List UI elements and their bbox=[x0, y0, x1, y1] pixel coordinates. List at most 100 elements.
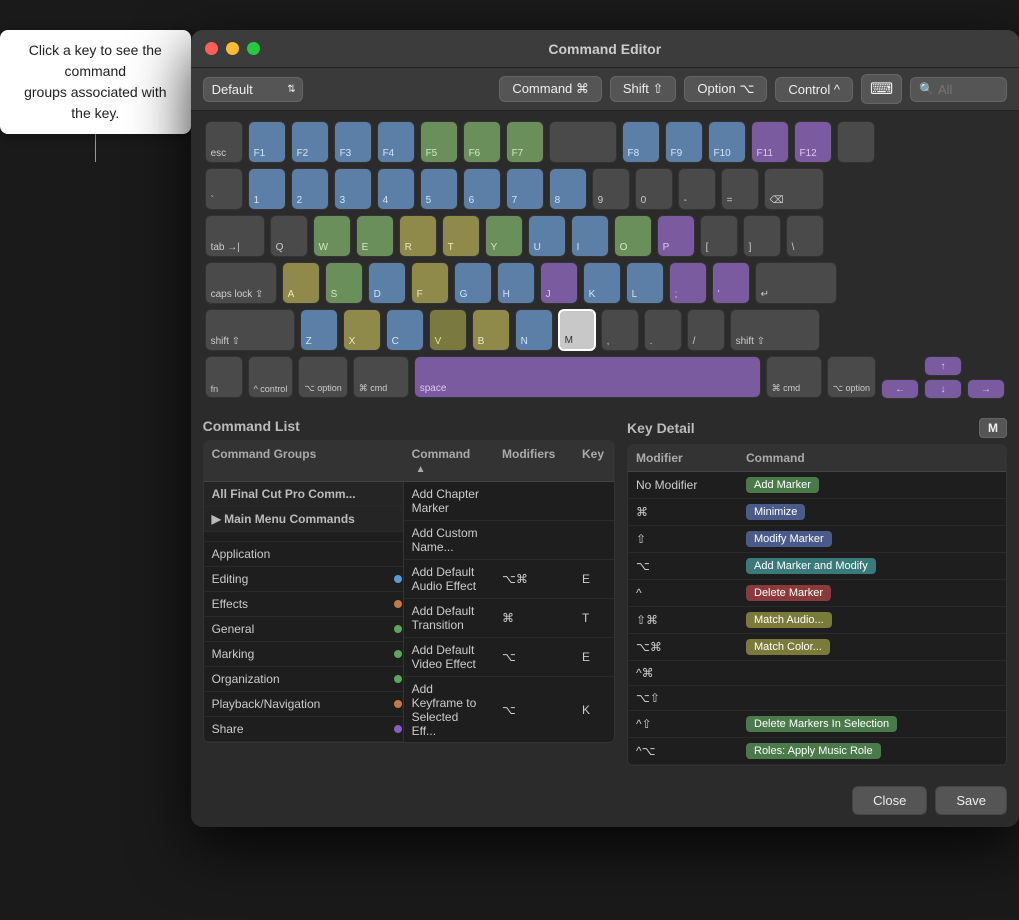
list-item-general[interactable]: General bbox=[204, 617, 403, 642]
key-j[interactable]: J bbox=[540, 262, 578, 304]
key-left-cmd[interactable]: ⌘ cmd bbox=[353, 356, 409, 398]
list-item-application[interactable]: Application bbox=[204, 542, 403, 567]
list-item-marking[interactable]: Marking bbox=[204, 642, 403, 667]
key-minus[interactable]: - bbox=[678, 168, 716, 210]
list-item-editing[interactable]: Editing bbox=[204, 567, 403, 592]
key-h[interactable]: H bbox=[497, 262, 535, 304]
key-0[interactable]: 0 bbox=[635, 168, 673, 210]
key-s[interactable]: S bbox=[325, 262, 363, 304]
close-button[interactable] bbox=[205, 42, 218, 55]
key-left-shift[interactable]: shift ⇧ bbox=[205, 309, 295, 351]
key-comma[interactable]: , bbox=[601, 309, 639, 351]
key-fn[interactable]: fn bbox=[205, 356, 243, 398]
key-backspace[interactable]: ⌫ bbox=[764, 168, 824, 210]
detail-row[interactable]: ⌘ Minimize bbox=[628, 499, 1006, 526]
detail-row[interactable]: ⌥⇧ bbox=[628, 686, 1006, 711]
key-f11[interactable]: F11 bbox=[751, 121, 789, 163]
key-enter[interactable]: ↵ bbox=[755, 262, 837, 304]
detail-row[interactable]: ^⌘ bbox=[628, 661, 1006, 686]
key-e[interactable]: E bbox=[356, 215, 394, 257]
key-o[interactable]: O bbox=[614, 215, 652, 257]
key-lbracket[interactable]: [ bbox=[700, 215, 738, 257]
key-8[interactable]: 8 bbox=[549, 168, 587, 210]
keyboard-icon-button[interactable]: ⌨ bbox=[861, 74, 902, 104]
detail-row[interactable]: ^⌥ Roles: Apply Music Role bbox=[628, 738, 1006, 765]
list-item[interactable]: Add Keyframe to Selected Eff... ⌥ K bbox=[404, 677, 614, 742]
minimize-button[interactable] bbox=[226, 42, 239, 55]
key-f2[interactable]: F2 bbox=[291, 121, 329, 163]
list-item-organization[interactable]: Organization bbox=[204, 667, 403, 692]
modifier-command-button[interactable]: Command ⌘ bbox=[499, 76, 602, 102]
key-slash[interactable]: / bbox=[687, 309, 725, 351]
detail-row[interactable]: ^ Delete Marker bbox=[628, 580, 1006, 607]
list-item[interactable]: Add Custom Name... bbox=[404, 521, 614, 560]
key-6[interactable]: 6 bbox=[463, 168, 501, 210]
key-d[interactable]: D bbox=[368, 262, 406, 304]
key-period[interactable]: . bbox=[644, 309, 682, 351]
list-item[interactable]: Add Chapter Marker bbox=[404, 482, 614, 521]
key-right-shift[interactable]: shift ⇧ bbox=[730, 309, 820, 351]
modifier-control-button[interactable]: Control ^ bbox=[775, 77, 853, 102]
key-f7[interactable]: F7 bbox=[506, 121, 544, 163]
key-3[interactable]: 3 bbox=[334, 168, 372, 210]
key-f4[interactable]: F4 bbox=[377, 121, 415, 163]
key-up[interactable]: ↑ bbox=[924, 356, 962, 376]
detail-row[interactable]: ⌥ Add Marker and Modify bbox=[628, 553, 1006, 580]
key-i[interactable]: I bbox=[571, 215, 609, 257]
list-item-effects[interactable]: Effects bbox=[204, 592, 403, 617]
key-y[interactable]: Y bbox=[485, 215, 523, 257]
key-power[interactable] bbox=[837, 121, 875, 163]
preset-dropdown[interactable]: Default ⇅ bbox=[203, 77, 303, 102]
list-item[interactable]: All Final Cut Pro Comm... bbox=[204, 482, 403, 507]
modifier-option-button[interactable]: Option ⌥ bbox=[684, 76, 767, 102]
maximize-button[interactable] bbox=[247, 42, 260, 55]
key-2[interactable]: 2 bbox=[291, 168, 329, 210]
key-v[interactable]: V bbox=[429, 309, 467, 351]
list-item[interactable]: Add Default Video Effect ⌥ E bbox=[404, 638, 614, 677]
list-item[interactable]: Add Default Audio Effect ⌥⌘ E bbox=[404, 560, 614, 599]
key-9[interactable]: 9 bbox=[592, 168, 630, 210]
key-u[interactable]: U bbox=[528, 215, 566, 257]
key-caps-lock[interactable]: caps lock ⇪ bbox=[205, 262, 277, 304]
key-7[interactable]: 7 bbox=[506, 168, 544, 210]
key-1[interactable]: 1 bbox=[248, 168, 286, 210]
key-f8[interactable]: F8 bbox=[622, 121, 660, 163]
search-input[interactable] bbox=[938, 82, 998, 97]
key-f5[interactable]: F5 bbox=[420, 121, 458, 163]
key-r[interactable]: R bbox=[399, 215, 437, 257]
key-semicolon[interactable]: ; bbox=[669, 262, 707, 304]
key-n[interactable]: N bbox=[515, 309, 553, 351]
key-quote[interactable]: ' bbox=[712, 262, 750, 304]
detail-row[interactable]: ⇧⌘ Match Audio... bbox=[628, 607, 1006, 634]
key-b[interactable]: B bbox=[472, 309, 510, 351]
key-f[interactable]: F bbox=[411, 262, 449, 304]
key-space[interactable]: space bbox=[414, 356, 761, 398]
list-item-share[interactable]: Share bbox=[204, 717, 403, 742]
save-button[interactable]: Save bbox=[935, 786, 1007, 815]
key-p[interactable]: P bbox=[657, 215, 695, 257]
key-f6[interactable]: F6 bbox=[463, 121, 501, 163]
key-m[interactable]: M bbox=[558, 309, 596, 351]
detail-row[interactable]: ⇧ Modify Marker bbox=[628, 526, 1006, 553]
key-l[interactable]: L bbox=[626, 262, 664, 304]
key-5[interactable]: 5 bbox=[420, 168, 458, 210]
key-a[interactable]: A bbox=[282, 262, 320, 304]
detail-row[interactable]: ^⇧ Delete Markers In Selection bbox=[628, 711, 1006, 738]
detail-row[interactable]: ⌥⌘ Match Color... bbox=[628, 634, 1006, 661]
key-f9[interactable]: F9 bbox=[665, 121, 703, 163]
modifier-shift-button[interactable]: Shift ⇧ bbox=[610, 76, 677, 102]
list-item[interactable] bbox=[204, 532, 403, 542]
detail-row[interactable]: No Modifier Add Marker bbox=[628, 472, 1006, 499]
key-f1[interactable]: F1 bbox=[248, 121, 286, 163]
key-right-cmd[interactable]: ⌘ cmd bbox=[766, 356, 822, 398]
key-x[interactable]: X bbox=[343, 309, 381, 351]
key-4[interactable]: 4 bbox=[377, 168, 415, 210]
key-backslash[interactable]: \ bbox=[786, 215, 824, 257]
key-q[interactable]: Q bbox=[270, 215, 308, 257]
key-f12[interactable]: F12 bbox=[794, 121, 832, 163]
key-w[interactable]: W bbox=[313, 215, 351, 257]
key-down[interactable]: ↓ bbox=[924, 379, 962, 399]
key-equals[interactable]: = bbox=[721, 168, 759, 210]
key-tab[interactable]: tab →| bbox=[205, 215, 265, 257]
list-item[interactable]: ▶ Main Menu Commands bbox=[204, 507, 403, 532]
